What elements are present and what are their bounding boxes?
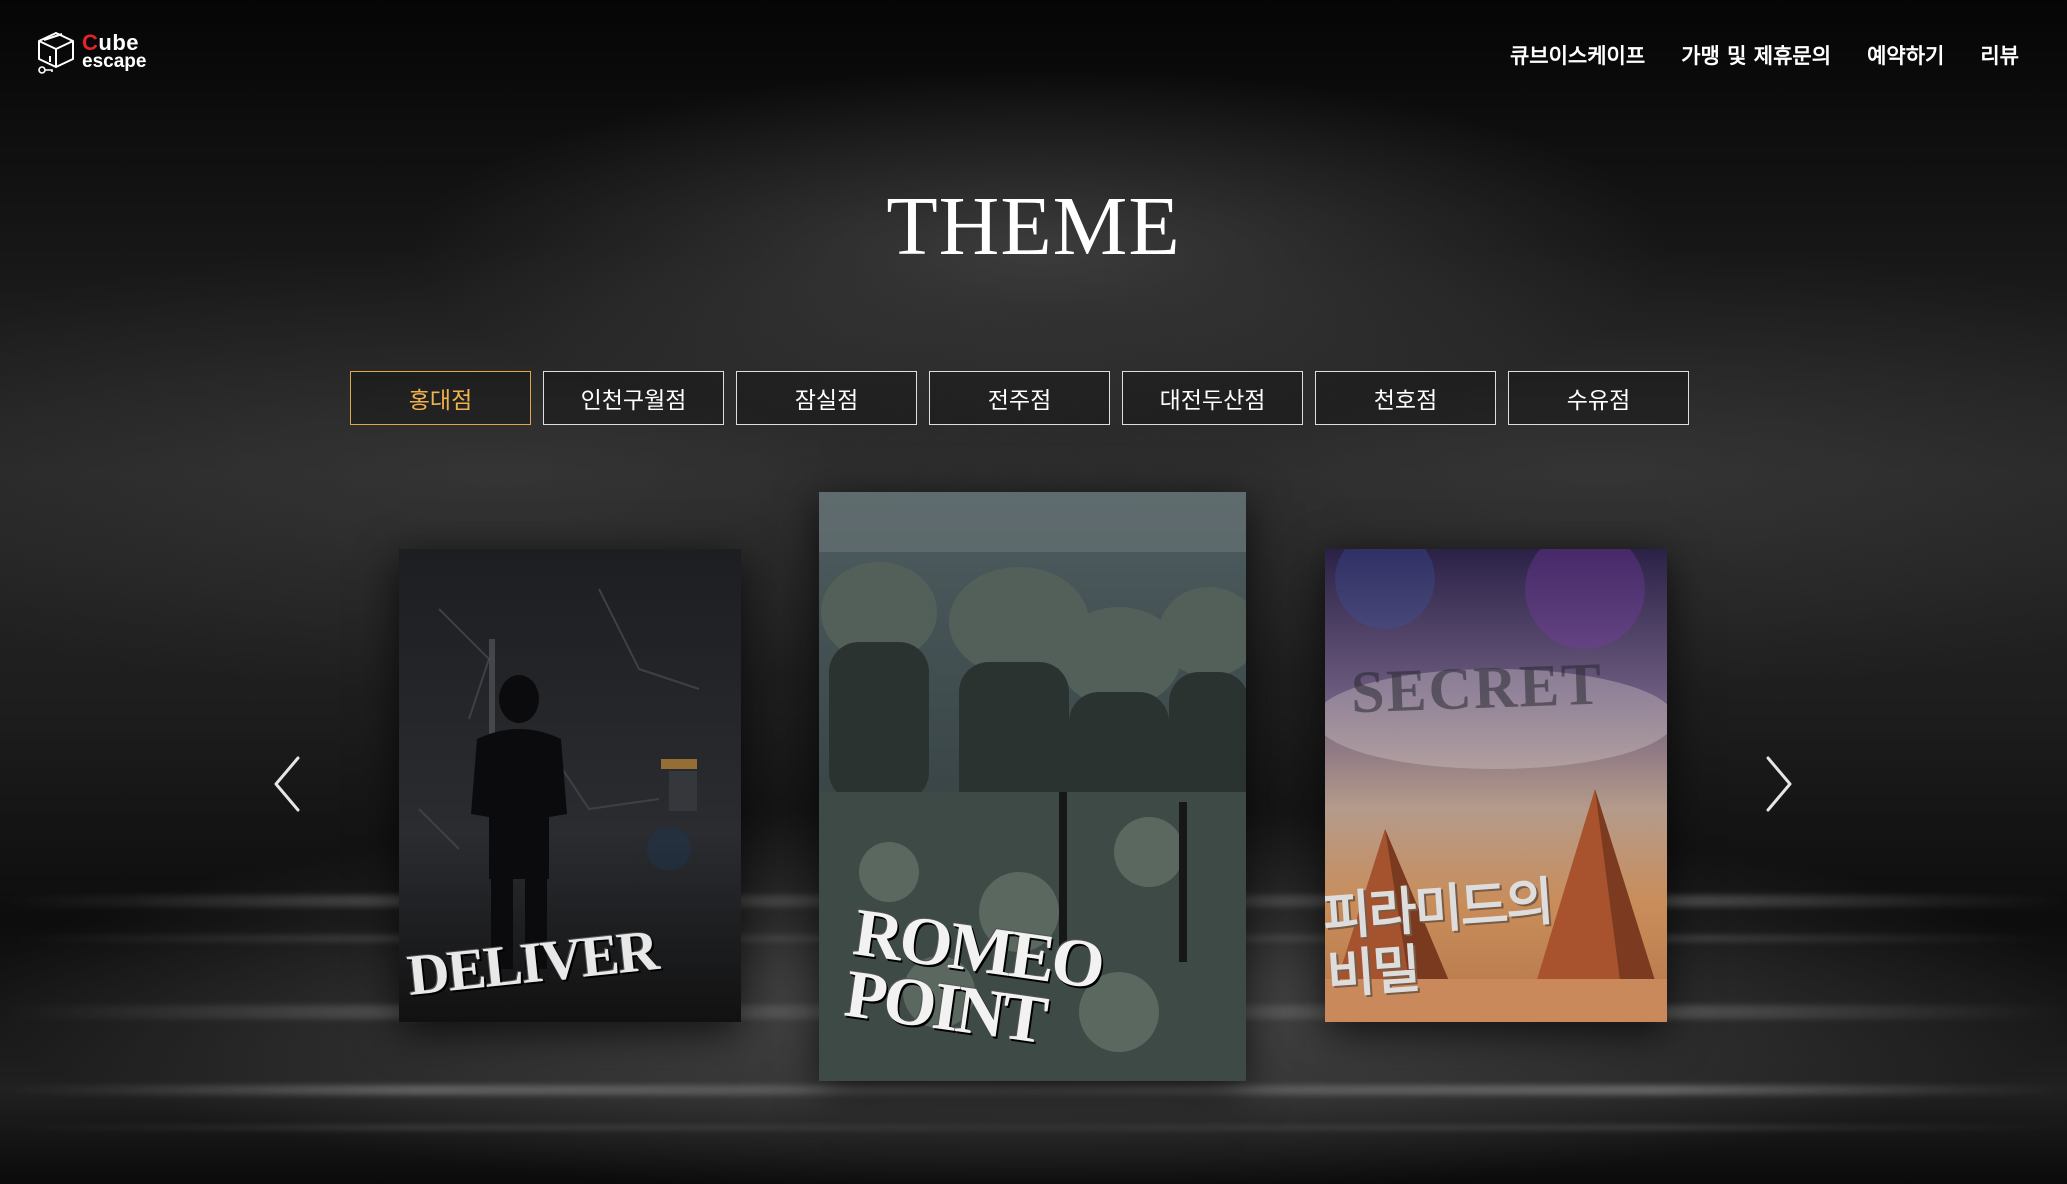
theme-poster-romeo-point[interactable]: ROMEO POINT: [819, 492, 1246, 1081]
theme-poster-pyramid-secret[interactable]: SECRET 피라미드의 비밀: [1325, 549, 1667, 1022]
nav-item-franchise-inquiry[interactable]: 가맹 및 제휴문의: [1681, 40, 1831, 70]
logo-line2: escape: [82, 51, 147, 72]
logo-line1: Cube: [82, 30, 140, 55]
branch-tabs: 홍대점 인천구월점 잠실점 전주점 대전두산점 천호점 수유점: [350, 371, 1689, 425]
poster-title: ROMEO POINT: [840, 893, 1107, 1058]
floor-light-streak: [0, 1085, 2067, 1095]
tab-branch-hongdae[interactable]: 홍대점: [350, 371, 531, 425]
page: Cube escape 큐브이스케이프 가맹 및 제휴문의 예약하기 리뷰 TH…: [0, 0, 2067, 1184]
logo-text: Cube escape: [82, 30, 147, 72]
tab-branch-jeonju[interactable]: 전주점: [929, 371, 1110, 425]
cube-logo-icon: [38, 32, 74, 74]
theme-poster-deliver[interactable]: DELIVER: [399, 549, 741, 1022]
poster-title: 피라미드의 비밀: [1325, 874, 1554, 1005]
main-nav: 큐브이스케이프 가맹 및 제휴문의 예약하기 리뷰: [1510, 40, 2019, 70]
poster-subtitle: SECRET: [1349, 650, 1605, 726]
logo[interactable]: Cube escape: [36, 30, 146, 74]
nav-item-cube-escape[interactable]: 큐브이스케이프: [1510, 40, 1645, 70]
tab-branch-cheonho[interactable]: 천호점: [1315, 371, 1496, 425]
tab-branch-suyu[interactable]: 수유점: [1508, 371, 1689, 425]
chevron-right-icon[interactable]: [1758, 752, 1798, 816]
chevron-left-icon[interactable]: [268, 752, 308, 816]
nav-item-reservation[interactable]: 예약하기: [1867, 40, 1944, 70]
page-title: THEME: [886, 180, 1181, 273]
tab-branch-daejeon-dusan[interactable]: 대전두산점: [1122, 371, 1303, 425]
tab-branch-incheon-guwol[interactable]: 인천구월점: [543, 371, 724, 425]
tab-branch-jamsil[interactable]: 잠실점: [736, 371, 917, 425]
nav-item-review[interactable]: 리뷰: [1980, 40, 2019, 70]
floor-light-streak: [0, 1125, 2067, 1130]
